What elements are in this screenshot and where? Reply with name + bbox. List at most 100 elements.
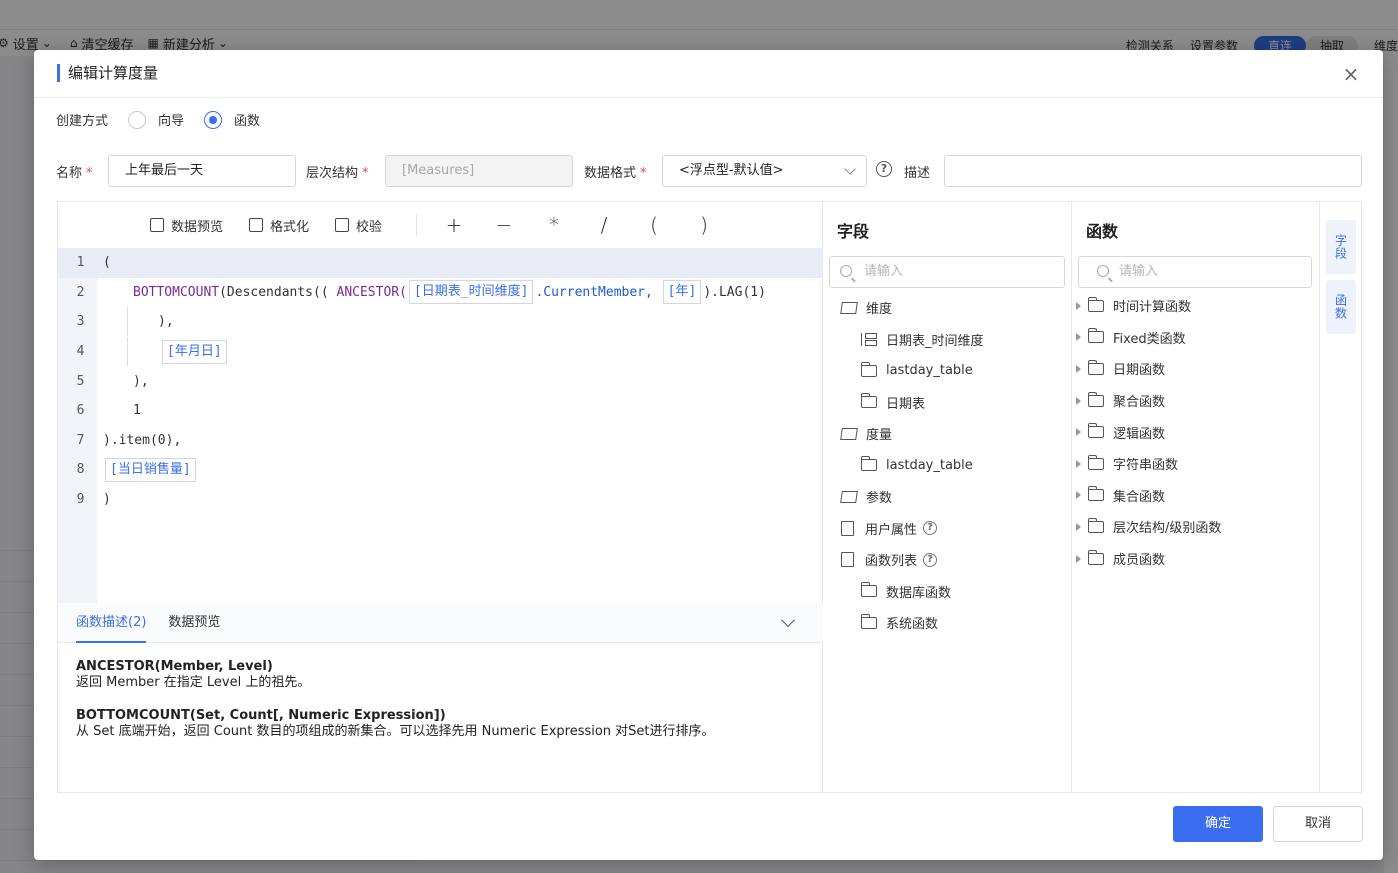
op-lparen-button[interactable]: ( [629,213,679,237]
name-input[interactable]: 上年最后一天 [108,155,296,187]
code-editor[interactable]: 1 ( 2 BOTTOMCOUNT (Descendants(( ANCESTO… [58,248,823,603]
toolbar-divider [416,214,418,236]
tree-item-lastday-table[interactable]: lastday_table [823,450,1072,482]
tab-function-description[interactable]: 函数描述(2) [76,603,147,643]
function-signature: BOTTOMCOUNT(Set, Count[, Numeric Express… [76,708,446,723]
name-label: 名称 * [56,166,93,181]
op-multiply-button[interactable]: * [529,213,579,237]
folder-icon [1087,391,1104,407]
user-attribute-icon [841,520,854,536]
tree-item-dimension[interactable]: 维度 [823,292,1072,324]
tree-item-params[interactable]: 参数 [823,481,1072,513]
tree-item-function-list[interactable]: 函数列表? [823,544,1072,576]
functions-panel: 函数 请输入 时间计算函数 Fixed类函数 日期函数 聚合函数 逻辑函数 字符… [1072,202,1320,792]
function-signature: ANCESTOR(Member, Level) [76,659,273,674]
validate-button[interactable]: 校验 [335,216,382,235]
field-token[interactable]: [日期表_时间维度] [408,280,534,305]
tab-data-preview[interactable]: 数据预览 [168,603,220,643]
functions-panel-title: 函数 [1086,222,1119,241]
function-description: 从 Set 底端开始，返回 Count 数目的项组成的新集合。可以选择先用 Nu… [76,724,715,739]
tree-item-user-attrs[interactable]: 用户属性? [823,513,1072,545]
caret-right-icon [1076,522,1081,531]
folder-icon [860,361,877,377]
folder-icon [860,393,877,409]
func-group[interactable]: 逻辑函数 [1072,416,1320,448]
func-group[interactable]: 集合函数 [1072,480,1320,512]
op-minus-button[interactable]: − [479,213,529,237]
dialog-header: 编辑计算度量 × [34,50,1383,98]
confirm-button[interactable]: 确定 [1173,806,1263,842]
tree-item-measure[interactable]: 度量 [823,418,1072,450]
caret-right-icon [1076,491,1081,500]
radio-function[interactable]: 函数 [204,110,260,129]
func-group[interactable]: 日期函数 [1072,353,1320,385]
collapse-chevron-icon[interactable] [780,612,796,628]
hierarchy-icon [861,332,877,346]
hierarchy-label: 层次结构 * [306,166,369,181]
preview-icon [150,218,164,232]
func-group[interactable]: 成员函数 [1072,543,1320,575]
tree-item-db-functions[interactable]: 数据库函数 [823,576,1072,608]
tree-item-date-dimension[interactable]: 日期表_时间维度 [823,324,1072,356]
field-token[interactable]: [年月日] [162,339,227,364]
functions-search-input[interactable]: 请输入 [1078,256,1312,288]
search-icon [840,265,852,277]
fields-panel-title: 字段 [837,222,870,241]
side-tab-functions[interactable]: 函数 [1326,280,1356,334]
func-group[interactable]: 层次结构/级别函数 [1072,511,1320,543]
radio-wizard[interactable]: 向导 [128,110,184,129]
func-group[interactable]: 聚合函数 [1072,385,1320,417]
data-preview-button[interactable]: 数据预览 [150,216,223,235]
radio-circle-checked [204,110,223,129]
hierarchy-input: [Measures] [385,155,573,187]
field-token[interactable]: [年] [662,280,702,305]
fields-panel: 字段 请输入 维度 日期表_时间维度 lastday_table 日期表 度量 … [823,202,1072,792]
functions-tree: 时间计算函数 Fixed类函数 日期函数 聚合函数 逻辑函数 字符串函数 集合函… [1072,290,1320,574]
func-group[interactable]: 字符串函数 [1072,448,1320,480]
fields-search-input[interactable]: 请输入 [829,256,1065,288]
folder-icon [1087,549,1104,565]
validate-icon [335,218,350,232]
op-plus-button[interactable]: + [429,213,479,237]
description-label: 描述 [904,166,931,181]
description-body: ANCESTOR(Member, Level) 返回 Member 在指定 Le… [58,643,823,756]
field-token[interactable]: [当日销售量] [105,457,196,482]
cancel-button[interactable]: 取消 [1273,806,1363,842]
format-label: 数据格式 * [584,166,647,181]
folder-open-icon [840,490,858,503]
description-panel: 函数描述(2) 数据预览 ANCESTOR(Member, Level) 返回 … [58,603,823,792]
format-icon [249,218,264,232]
code-line: 2 BOTTOMCOUNT (Descendants(( ANCESTOR( [… [58,278,823,308]
code-line: 7 ).item(0), [76,432,182,448]
folder-icon [1087,454,1104,470]
help-icon[interactable]: ? [876,161,892,177]
folder-open-icon [840,301,858,314]
folder-icon [1087,328,1104,344]
caret-right-icon [1076,554,1081,563]
help-icon[interactable]: ? [923,521,938,536]
folder-icon [860,582,877,598]
format-select[interactable]: <浮点型-默认值> [662,155,867,187]
tree-item-lastday-table[interactable]: lastday_table [823,355,1072,387]
tree-item-system-functions[interactable]: 系统函数 [823,607,1072,639]
field-row: 名称 * 上年最后一天 层次结构 * [Measures] 数据格式 * <浮点型-默… [56,155,1366,187]
folder-icon [860,613,877,629]
fields-tree: 维度 日期表_时间维度 lastday_table 日期表 度量 lastday… [823,292,1072,639]
folder-open-icon [840,427,858,440]
code-line: 9 ) [76,492,111,508]
func-group[interactable]: 时间计算函数 [1072,290,1320,322]
func-group[interactable]: Fixed类函数 [1072,322,1320,354]
dialog-title: 编辑计算度量 [57,64,158,82]
help-icon[interactable]: ? [923,552,938,567]
side-tab-fields[interactable]: 字段 [1326,220,1356,274]
chevron-down-icon [844,163,856,175]
op-rparen-button[interactable]: ) [679,213,729,237]
op-divide-button[interactable]: / [579,213,629,237]
caret-right-icon [1076,428,1081,437]
format-button[interactable]: 格式化 [249,216,309,235]
close-icon[interactable]: × [1341,64,1361,84]
description-input[interactable] [944,155,1362,187]
tree-item-date-table[interactable]: 日期表 [823,387,1072,419]
caret-right-icon [1076,459,1081,468]
caret-right-icon [1076,301,1081,310]
